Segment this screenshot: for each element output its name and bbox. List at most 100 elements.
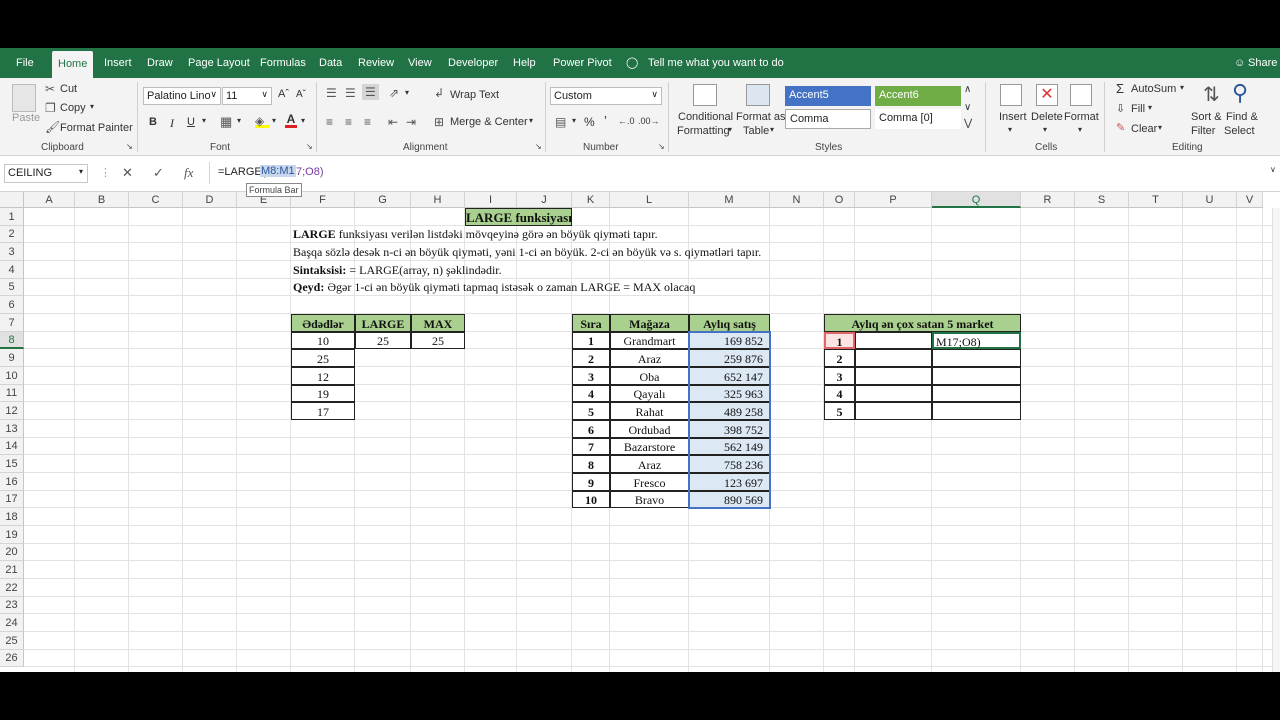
column-header-d[interactable]: D bbox=[183, 192, 237, 208]
underline-dropdown-icon[interactable]: ▾ bbox=[202, 116, 206, 125]
expand-formula-bar-icon[interactable]: ∨ bbox=[1270, 165, 1276, 174]
style-comma[interactable]: Comma bbox=[785, 109, 871, 129]
tab-formulas[interactable]: Formulas bbox=[260, 48, 306, 78]
t1-number[interactable]: 25 bbox=[291, 349, 355, 367]
t1-number[interactable]: 19 bbox=[291, 385, 355, 402]
t3-sales-cell[interactable] bbox=[932, 349, 1021, 367]
alignment-launcher-icon[interactable]: ↘ bbox=[535, 142, 542, 151]
row-header-26[interactable]: 26 bbox=[0, 650, 24, 667]
column-header-k[interactable]: K bbox=[572, 192, 610, 208]
t2-header[interactable]: Mağaza bbox=[610, 314, 689, 332]
format-painter-button[interactable]: Format Painter bbox=[60, 122, 133, 134]
t1-max-result[interactable]: 25 bbox=[411, 332, 465, 349]
row-header-25[interactable]: 25 bbox=[0, 632, 24, 650]
active-cell-editing[interactable]: M17;O8) bbox=[932, 332, 1021, 349]
tab-power-pivot[interactable]: Power Pivot bbox=[553, 48, 612, 78]
t2-header[interactable]: Aylıq satış bbox=[689, 314, 770, 332]
orientation-icon[interactable]: ⇗ bbox=[389, 86, 399, 100]
bold-button[interactable]: B bbox=[149, 116, 157, 128]
confirm-entry-icon[interactable]: ✓ bbox=[153, 165, 164, 181]
merge-center-button[interactable]: Merge & Center bbox=[450, 116, 528, 128]
dropdown-icon[interactable]: ▾ bbox=[1078, 125, 1082, 134]
t2-store[interactable]: Araz bbox=[610, 349, 689, 367]
formula-input[interactable]: =LARGE( M8:M1 7;O8) bbox=[209, 162, 1280, 184]
sort-filter-label-2[interactable]: Filter bbox=[1191, 125, 1215, 137]
t2-rank[interactable]: 7 bbox=[572, 438, 610, 455]
t2-rank[interactable]: 4 bbox=[572, 385, 610, 402]
t3-store-cell[interactable] bbox=[855, 367, 932, 385]
comma-style-button[interactable]: ’ bbox=[604, 113, 607, 128]
column-header-t[interactable]: T bbox=[1129, 192, 1183, 208]
autosum-button[interactable]: AutoSum bbox=[1131, 83, 1176, 95]
insert-cells-button[interactable]: Insert bbox=[999, 111, 1027, 123]
t1-number[interactable]: 10 bbox=[291, 332, 355, 349]
borders-icon[interactable]: ▦ bbox=[220, 114, 232, 130]
t1-number[interactable]: 17 bbox=[291, 402, 355, 420]
cancel-entry-icon[interactable]: ✕ bbox=[122, 165, 133, 181]
styles-scroll-down-icon[interactable]: ∨ bbox=[964, 102, 971, 113]
align-bottom-icon[interactable]: ☰ bbox=[362, 84, 379, 100]
t2-sales[interactable]: 758 236 bbox=[689, 455, 770, 473]
row-header-5[interactable]: 5 bbox=[0, 279, 24, 296]
dropdown-icon[interactable]: ▾ bbox=[728, 125, 732, 134]
row-header-22[interactable]: 22 bbox=[0, 579, 24, 597]
paste-button[interactable]: Paste bbox=[12, 112, 40, 124]
row-header-9[interactable]: 9 bbox=[0, 349, 24, 367]
style-accent5[interactable]: Accent5 bbox=[785, 86, 871, 106]
t2-rank[interactable]: 1 bbox=[572, 332, 610, 349]
t2-sales[interactable]: 652 147 bbox=[689, 367, 770, 385]
decrease-font-icon[interactable]: Aˇ bbox=[296, 89, 306, 100]
borders-dropdown-icon[interactable]: ▾ bbox=[237, 116, 241, 125]
tab-data[interactable]: Data bbox=[319, 48, 342, 78]
t3-title[interactable]: Aylıq ən çox satan 5 market bbox=[824, 314, 1021, 332]
t2-rank[interactable]: 5 bbox=[572, 402, 610, 420]
column-header-g[interactable]: G bbox=[355, 192, 411, 208]
tab-review[interactable]: Review bbox=[358, 48, 394, 78]
number-launcher-icon[interactable]: ↘ bbox=[658, 142, 665, 151]
align-right-icon[interactable]: ≡ bbox=[364, 115, 371, 129]
t2-sales[interactable]: 489 258 bbox=[689, 402, 770, 420]
share-button[interactable]: Share bbox=[1248, 48, 1277, 78]
t3-rank[interactable]: 5 bbox=[824, 402, 855, 420]
row-header-17[interactable]: 17 bbox=[0, 491, 24, 508]
dropdown-icon[interactable]: ▾ bbox=[1148, 103, 1152, 112]
row-header-15[interactable]: 15 bbox=[0, 455, 24, 473]
column-header-u[interactable]: U bbox=[1183, 192, 1237, 208]
styles-more-icon[interactable]: ⋁ bbox=[964, 118, 972, 129]
t3-rank[interactable]: 1 bbox=[824, 332, 855, 349]
t2-store[interactable]: Grandmart bbox=[610, 332, 689, 349]
t1-header[interactable]: LARGE bbox=[355, 314, 411, 332]
style-comma-0[interactable]: Comma [0] bbox=[875, 109, 961, 129]
t2-rank[interactable]: 9 bbox=[572, 473, 610, 491]
t2-header[interactable]: Sıra bbox=[572, 314, 610, 332]
t2-store[interactable]: Oba bbox=[610, 367, 689, 385]
number-format-box[interactable]: Custom ∨ bbox=[550, 87, 662, 105]
t1-header[interactable]: Ədədlər bbox=[291, 314, 355, 332]
align-left-icon[interactable]: ≡ bbox=[326, 115, 333, 129]
delete-cells-button[interactable]: Delete bbox=[1031, 111, 1063, 123]
column-header-r[interactable]: R bbox=[1021, 192, 1075, 208]
copy-dropdown-icon[interactable]: ▾ bbox=[90, 102, 94, 111]
row-header-1[interactable]: 1 bbox=[0, 208, 24, 226]
tab-developer[interactable]: Developer bbox=[448, 48, 498, 78]
text-line-4[interactable]: Sintaksisi: = LARGE(array, n) şəklindədi… bbox=[291, 261, 502, 279]
wrap-text-button[interactable]: Wrap Text bbox=[450, 89, 499, 101]
percent-style-button[interactable]: % bbox=[584, 115, 595, 129]
font-name-box[interactable]: Palatino Lino ∨ bbox=[143, 87, 221, 105]
merge-dropdown-icon[interactable]: ▾ bbox=[529, 116, 533, 125]
decrease-indent-icon[interactable]: ⇤ bbox=[388, 115, 398, 129]
format-as-table-button[interactable]: Format as bbox=[736, 111, 786, 123]
row-header-6[interactable]: 6 bbox=[0, 296, 24, 314]
t3-store-cell[interactable] bbox=[855, 349, 932, 367]
t2-sales[interactable]: 325 963 bbox=[689, 385, 770, 402]
select-all-corner[interactable] bbox=[0, 192, 24, 208]
cut-button[interactable]: Cut bbox=[60, 83, 77, 95]
align-top-icon[interactable]: ☰ bbox=[326, 86, 337, 100]
t1-large-result[interactable]: 25 bbox=[355, 332, 411, 349]
formula-bar-more-icon[interactable]: ⋮ bbox=[100, 166, 111, 179]
row-header-23[interactable]: 23 bbox=[0, 597, 24, 614]
t2-rank[interactable]: 8 bbox=[572, 455, 610, 473]
row-header-12[interactable]: 12 bbox=[0, 402, 24, 420]
t2-store[interactable]: Bravo bbox=[610, 491, 689, 508]
t2-rank[interactable]: 3 bbox=[572, 367, 610, 385]
